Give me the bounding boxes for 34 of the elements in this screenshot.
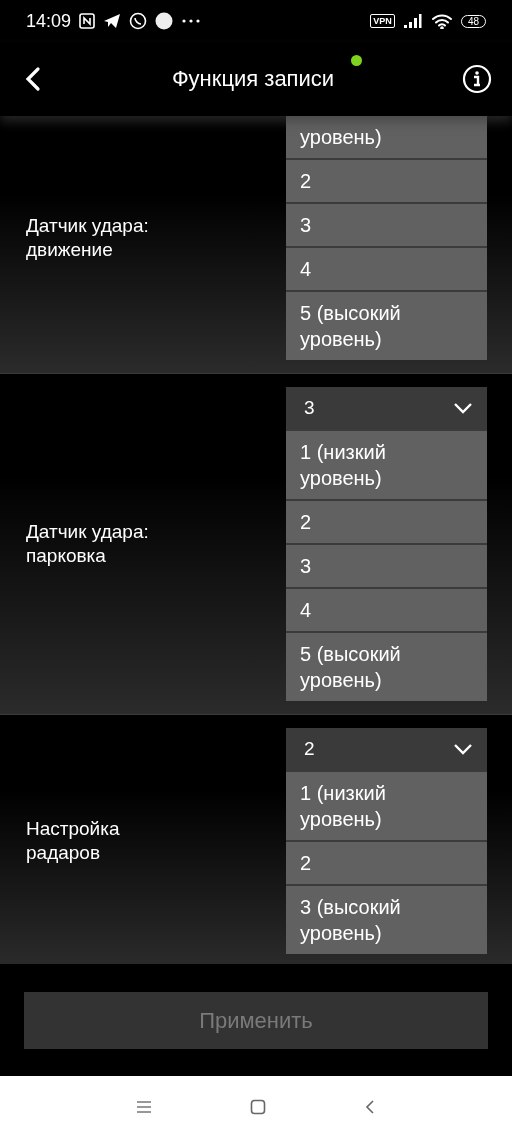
- dropdown-option[interactable]: 3: [286, 202, 487, 246]
- dropdown-option[interactable]: 4: [286, 246, 487, 290]
- info-icon[interactable]: [462, 64, 492, 94]
- setting-label: Датчик удара: парковка: [26, 520, 150, 568]
- dropdown-option[interactable]: 2: [286, 158, 487, 202]
- chevron-icon: [453, 743, 473, 755]
- wifi-icon: [430, 13, 453, 29]
- dropdown-option[interactable]: 5 (высокий уровень): [286, 290, 487, 360]
- more-icon: [181, 18, 202, 24]
- setting-label: Датчик удара: движение: [26, 214, 150, 262]
- setting-label: Настройка радаров: [26, 817, 121, 865]
- dropdown-option[interactable]: 1 (низкий уровень): [286, 770, 487, 840]
- dropdown-option[interactable]: уровень): [286, 116, 487, 158]
- dropdown-option[interactable]: 5 (высокий уровень): [286, 631, 487, 701]
- status-time: 14:09: [26, 10, 72, 32]
- signal-icon: [402, 14, 423, 28]
- nfc-icon: [79, 13, 96, 29]
- dropdown-option[interactable]: 4: [286, 587, 487, 631]
- dropdown-option[interactable]: 2: [286, 840, 487, 884]
- dropdown-option[interactable]: 2: [286, 499, 487, 543]
- dropdown-select[interactable]: 3: [286, 387, 487, 429]
- dropdown-option[interactable]: 1 (низкий уровень): [286, 429, 487, 499]
- home-square-icon[interactable]: [250, 1099, 266, 1115]
- paper-plane-icon: [103, 13, 122, 29]
- dropdown-option[interactable]: 3: [286, 543, 487, 587]
- circle-icon: [155, 12, 174, 30]
- status-dot-icon: [351, 55, 362, 66]
- chat-bubble-icon: [129, 12, 148, 30]
- vpn-badge: VPN: [370, 14, 395, 28]
- dropdown-option[interactable]: 3 (высокий уровень): [286, 884, 487, 954]
- chevron-icon: [453, 402, 473, 414]
- menu-icon[interactable]: [136, 1100, 152, 1114]
- dropdown-select[interactable]: 2: [286, 728, 487, 770]
- screen-title: Функция записи: [170, 66, 336, 92]
